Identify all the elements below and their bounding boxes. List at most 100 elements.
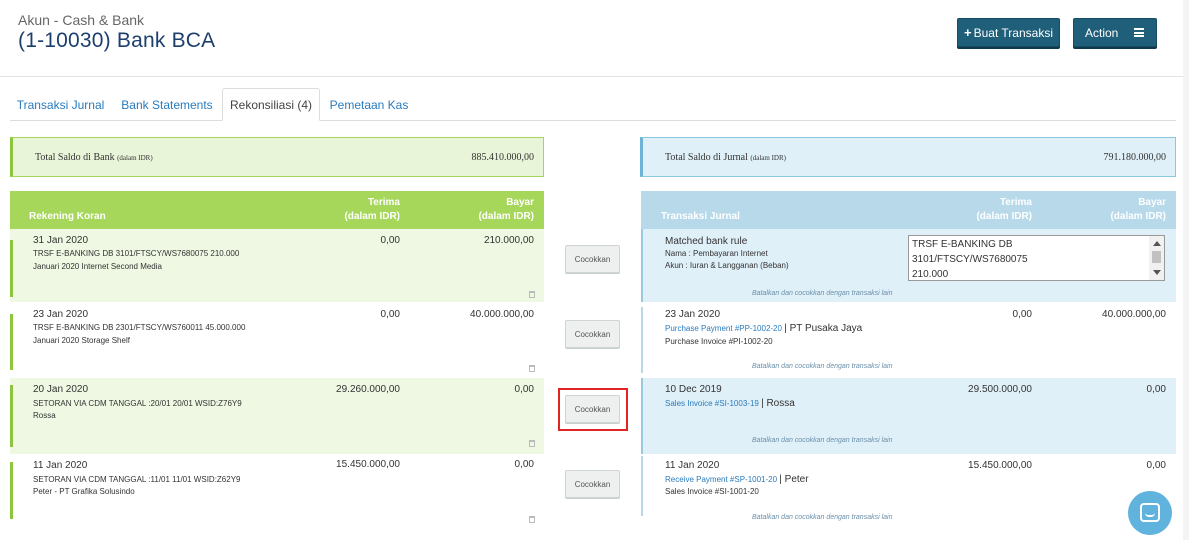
row-terima: 29.260.000,00: [336, 384, 400, 395]
row-date: 23 Jan 2020: [665, 309, 721, 320]
scrollbar[interactable]: [1149, 236, 1164, 280]
cocokkan-button[interactable]: Cocokkan: [565, 320, 620, 348]
row-bayar: 40.000.000,00: [470, 309, 534, 320]
row-description: SETORAN VIA CDM TANGGAL :20/01 20/01 WSI…: [33, 399, 242, 408]
row-terima: 15.450.000,00: [336, 459, 400, 470]
batalkan-link[interactable]: Batalkan dan cocokkan dengan transaksi l…: [752, 363, 892, 370]
scroll-up-icon[interactable]: [1153, 241, 1161, 246]
row-terima: 0,00: [380, 309, 400, 320]
buat-transaksi-button[interactable]: + Buat Transaksi: [957, 18, 1060, 47]
batalkan-link[interactable]: Batalkan dan cocokkan dengan transaksi l…: [752, 437, 892, 444]
menu-icon: [1134, 28, 1144, 37]
highlight-box: [558, 388, 628, 431]
terima-header: Terima: [367, 197, 400, 208]
row-date: 10 Dec 2019: [665, 384, 722, 395]
journal-row: 23 Jan 2020 Purchase Payment #PP-1002-20…: [641, 302, 1176, 378]
terima-header: Terima: [999, 197, 1032, 208]
bank-balance-label: Total Saldo di Bank: [35, 152, 115, 163]
journal-row: 11 Jan 2020 Receive Payment #SP-1001-20 …: [641, 454, 1176, 530]
row-date: 31 Jan 2020: [33, 235, 89, 246]
row-terima: 29.500.000,00: [968, 384, 1032, 395]
terima-unit: (dalam IDR): [976, 211, 1032, 222]
row-bayar: 0,00: [1146, 460, 1166, 471]
journal-balance-label: Total Saldo di Jurnal: [665, 152, 748, 163]
bayar-header: Bayar: [506, 197, 534, 208]
matched-rule-title: Matched bank rule: [665, 236, 748, 247]
bank-row: 23 Jan 2020 TRSF E-BANKING DB 2301/FTSCY…: [10, 302, 544, 378]
bank-balance-summary: Total Saldo di Bank (dalam IDR) 885.410.…: [10, 137, 544, 177]
bank-balance-unit: (dalam IDR): [117, 154, 153, 162]
row-bayar: 0,00: [514, 384, 534, 395]
bayar-unit: (dalam IDR): [478, 211, 534, 222]
bayar-header: Bayar: [1138, 197, 1166, 208]
cocokkan-button[interactable]: Cocokkan: [565, 470, 620, 498]
row-bayar: 40.000.000,00: [1102, 309, 1166, 320]
bayar-unit: (dalam IDR): [1110, 211, 1166, 222]
bank-row: 11 Jan 2020 SETORAN VIA CDM TANGGAL :11/…: [10, 454, 544, 530]
row-terima: 0,00: [1012, 309, 1032, 320]
row-date: 11 Jan 2020: [665, 460, 720, 471]
bank-row: 31 Jan 2020 TRSF E-BANKING DB 3101/FTSCY…: [10, 229, 544, 302]
row-description: TRSF E-BANKING DB 3101/FTSCY/WS7680075 2…: [33, 249, 240, 258]
page-header: Akun - Cash & Bank (1-10030) Bank BCA + …: [0, 0, 1189, 77]
row-description: SETORAN VIA CDM TANGGAL :11/01 11/01 WSI…: [33, 475, 241, 484]
bank-balance-value: 885.410.000,00: [471, 152, 535, 163]
row-date: 11 Jan 2020: [33, 460, 88, 471]
chat-launcher-button[interactable]: [1128, 491, 1172, 535]
journal-table-header: Transaksi Jurnal Terima (dalam IDR) Baya…: [641, 191, 1176, 229]
row-memo: Rossa: [33, 411, 56, 420]
trash-icon[interactable]: [529, 516, 535, 523]
journal-row: 10 Dec 2019 Sales Invoice #SI-1003-19 | …: [641, 378, 1176, 454]
row-terima: 0,00: [380, 235, 400, 246]
page-subtitle: Akun - Cash & Bank: [18, 12, 145, 28]
page-title: (1-10030) Bank BCA: [18, 29, 216, 52]
row-description: TRSF E-BANKING DB 2301/FTSCY/WS760011 45…: [33, 323, 246, 332]
plus-icon: +: [964, 25, 972, 40]
transaksi-jurnal-header: Transaksi Jurnal: [661, 211, 740, 222]
row-party: | PT Pusaka Jaya: [784, 323, 863, 334]
row-date: 20 Jan 2020: [33, 384, 89, 395]
cocokkan-button[interactable]: Cocokkan: [565, 245, 620, 273]
row-memo: Januari 2020 Storage Shelf: [33, 336, 130, 345]
row-bayar: 0,00: [514, 459, 534, 470]
row-memo: Peter - PT Grafika Solusindo: [33, 487, 135, 496]
batalkan-link[interactable]: Batalkan dan cocokkan dengan transaksi l…: [752, 290, 892, 297]
row-party: | Peter: [779, 474, 809, 485]
bank-statement-table-header: Rekening Koran Terima (dalam IDR) Bayar …: [10, 191, 544, 229]
journal-row-matched-rule: Matched bank rule Nama : Pembayaran Inte…: [641, 229, 1176, 302]
page-scrollbar[interactable]: [1183, 0, 1189, 540]
trash-icon[interactable]: [529, 365, 535, 372]
trash-icon[interactable]: [529, 440, 535, 447]
action-label: Action: [1085, 25, 1119, 40]
row-date: 23 Jan 2020: [33, 309, 89, 320]
terima-unit: (dalam IDR): [344, 211, 400, 222]
matched-rule-akun: Akun : Iuran & Langganan (Beban): [665, 261, 789, 270]
transaction-link[interactable]: Sales Invoice #SI-1003-19: [665, 399, 759, 408]
row-sub: Purchase Invoice #PI-1002-20: [665, 337, 773, 346]
tab-rekonsiliasi[interactable]: Rekonsiliasi (4): [222, 88, 320, 121]
tab-transaksi-jurnal[interactable]: Transaksi Jurnal: [10, 88, 111, 121]
batalkan-link[interactable]: Batalkan dan cocokkan dengan transaksi l…: [752, 514, 892, 521]
row-sub: Sales Invoice #SI-1001-20: [665, 487, 759, 496]
row-bayar: 0,00: [1146, 384, 1166, 395]
journal-balance-summary: Total Saldo di Jurnal (dalam IDR) 791.18…: [640, 137, 1176, 177]
transaction-link[interactable]: Receive Payment #SP-1001-20: [665, 475, 777, 484]
action-button[interactable]: Action: [1073, 18, 1157, 47]
rekening-koran-header: Rekening Koran: [29, 211, 106, 222]
row-memo: Januari 2020 Internet Second Media: [33, 262, 162, 271]
journal-balance-unit: (dalam IDR): [750, 154, 786, 162]
row-terima: 15.450.000,00: [968, 460, 1032, 471]
scroll-down-icon[interactable]: [1153, 270, 1161, 275]
transaction-link[interactable]: Purchase Payment #PP-1002-20: [665, 324, 782, 333]
bank-row: 20 Jan 2020 SETORAN VIA CDM TANGGAL :20/…: [10, 378, 544, 454]
row-bayar: 210.000,00: [483, 235, 534, 246]
tab-pemetaan-kas[interactable]: Pemetaan Kas: [326, 88, 412, 121]
trash-icon[interactable]: [529, 291, 535, 298]
tab-bank-statements[interactable]: Bank Statements: [118, 88, 216, 121]
row-party: | Rossa: [761, 398, 795, 409]
tab-bar: Transaksi Jurnal Bank Statements Rekonsi…: [10, 88, 1176, 121]
journal-balance-value: 791.180.000,00: [1103, 152, 1167, 163]
matched-rule-textarea[interactable]: TRSF E-BANKING DB 3101/FTSCY/WS7680075 2…: [908, 235, 1165, 281]
matched-rule-nama: Nama : Pembayaran Internet: [665, 249, 768, 258]
buat-transaksi-label: Buat Transaksi: [973, 25, 1053, 40]
